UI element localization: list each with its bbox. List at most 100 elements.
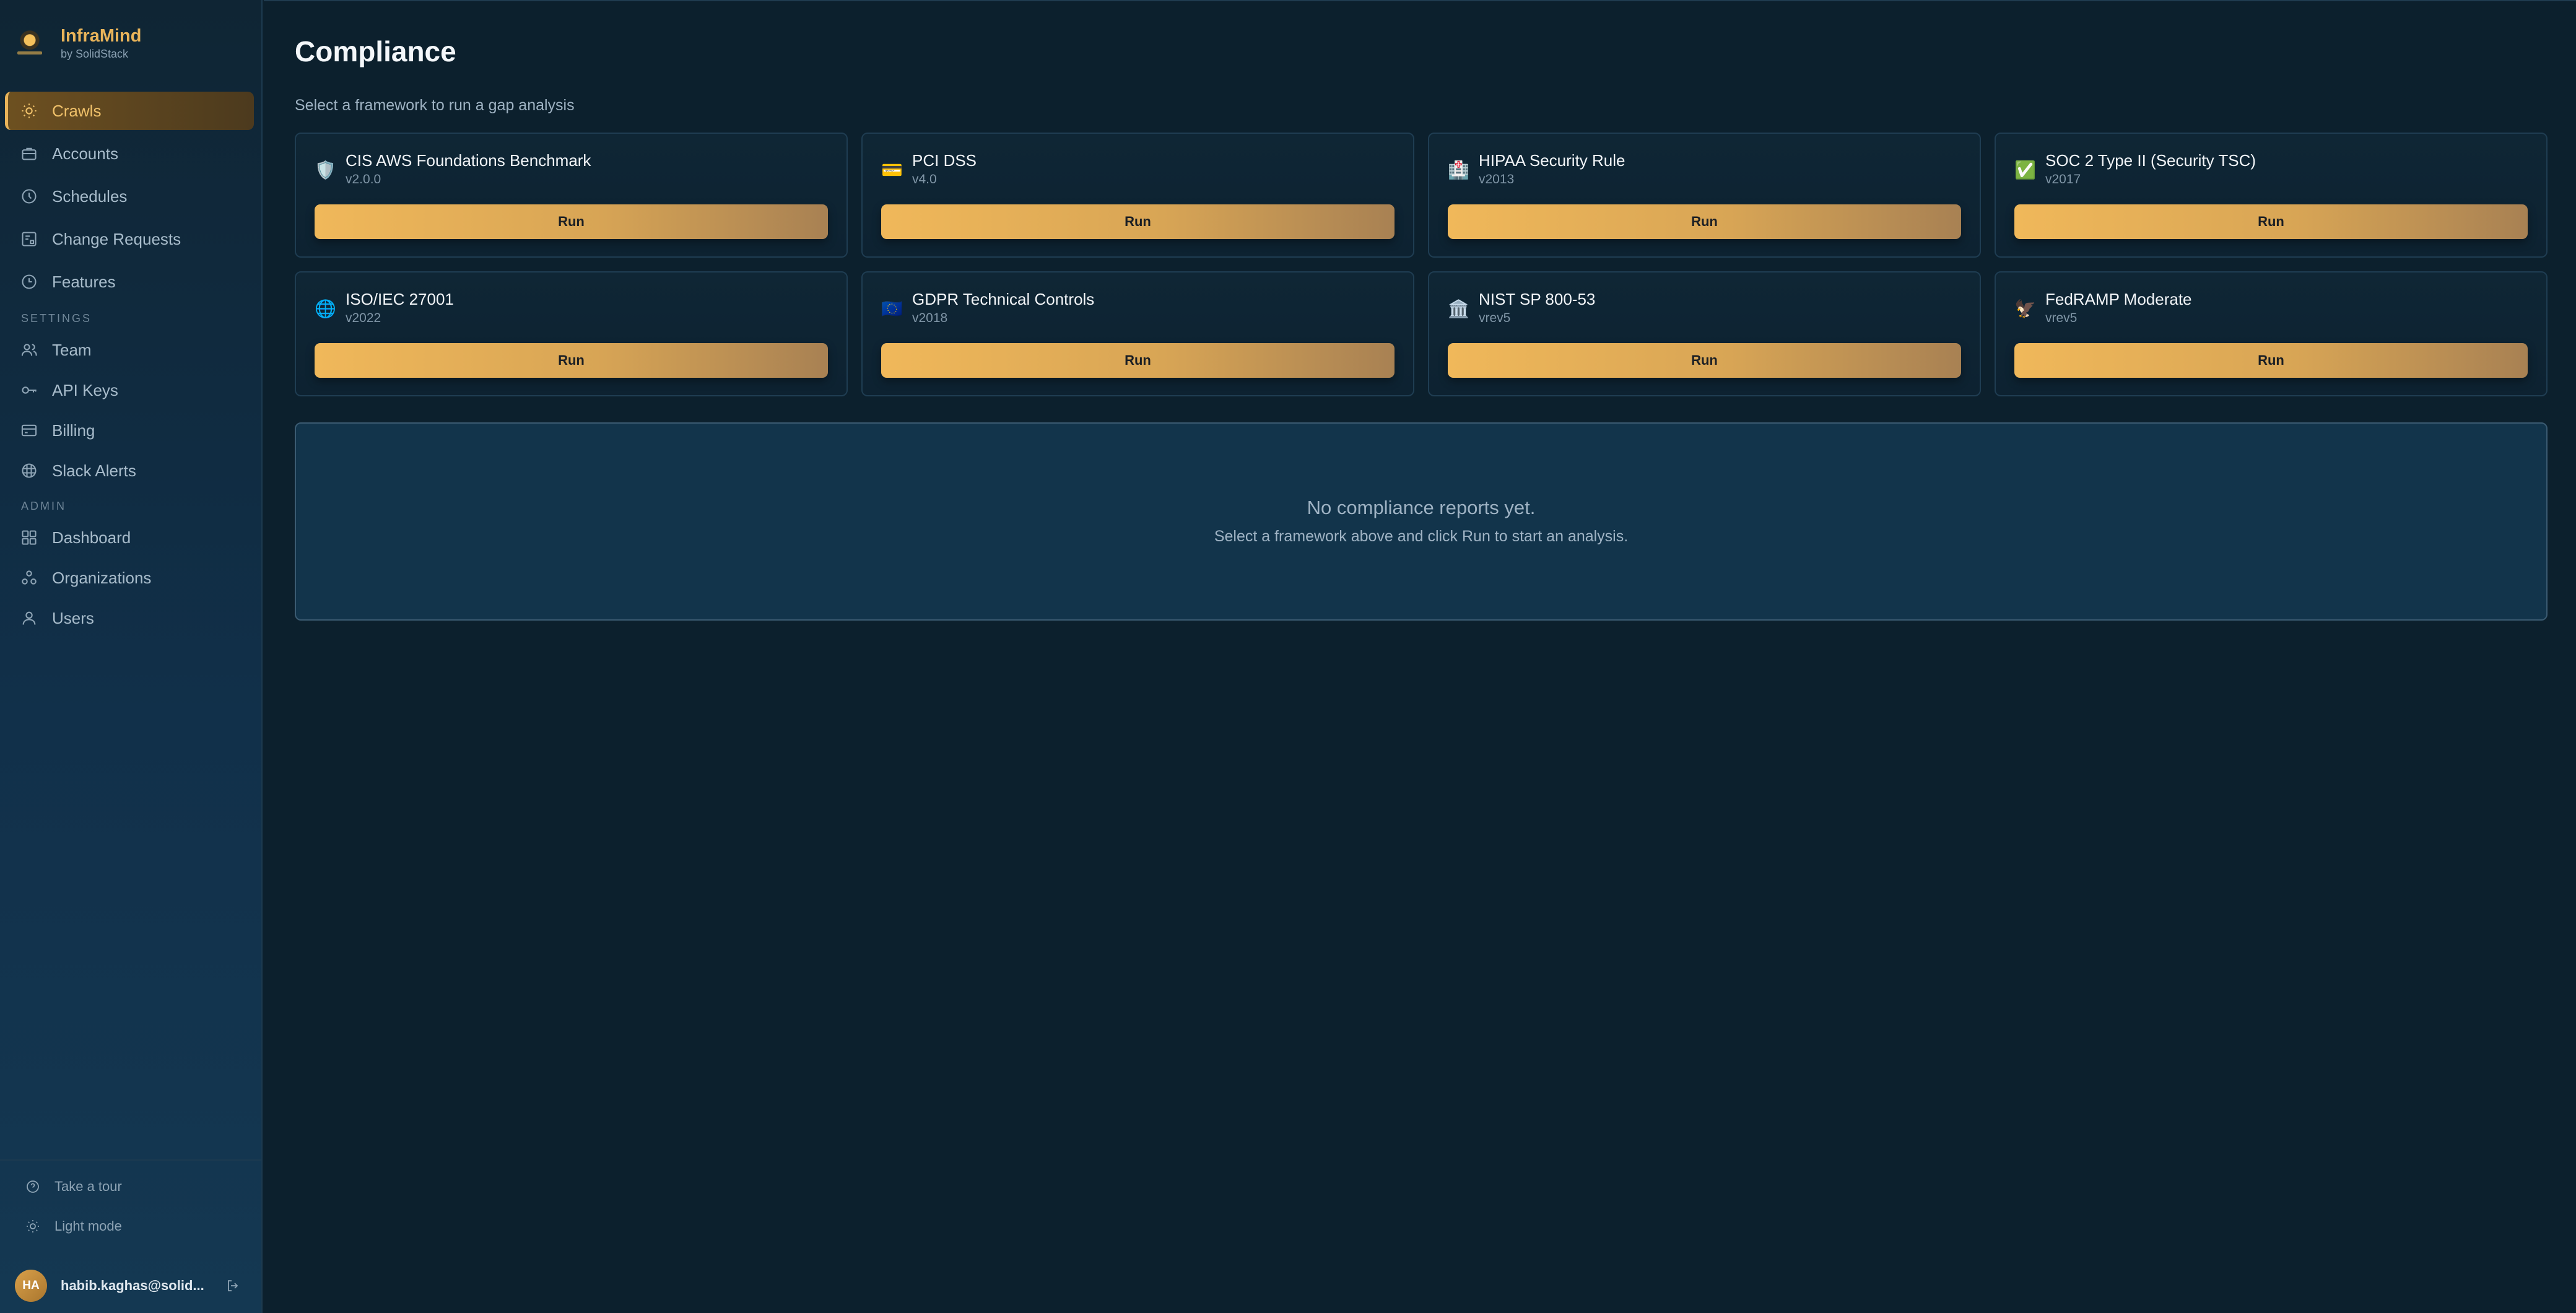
globe-icon: 🌐 (315, 299, 336, 318)
eagle-icon: 🦅 (2014, 299, 2036, 318)
clock-icon (20, 187, 38, 206)
org-icon (20, 569, 38, 587)
sidebar-item-crawls[interactable]: Crawls (5, 92, 254, 130)
main-content: Compliance Select a framework to run a g… (264, 0, 2576, 1313)
sidebar-item-slack-alerts[interactable]: Slack Alerts (5, 453, 254, 489)
briefcase-icon (20, 144, 38, 163)
framework-card-cis-aws: 🛡️ CIS AWS Foundations Benchmark v2.0.0 … (295, 133, 848, 258)
framework-name: PCI DSS (912, 151, 977, 170)
framework-name: HIPAA Security Rule (1479, 151, 1625, 170)
framework-version: v2018 (912, 311, 948, 325)
run-button[interactable]: Run (315, 343, 828, 378)
sidebar-item-label: Crawls (52, 101, 102, 120)
framework-card-pci-dss: 💳 PCI DSS v4.0 Run (861, 133, 1414, 258)
run-button[interactable]: Run (881, 204, 1395, 239)
sidebar-item-label: Billing (52, 421, 95, 440)
light-mode-toggle[interactable]: Light mode (25, 1214, 122, 1239)
sidebar-item-dashboard[interactable]: Dashboard (5, 520, 254, 556)
sidebar: InfraMind by SolidStack Crawls Accounts … (0, 0, 263, 1313)
framework-version: vrev5 (1479, 311, 1511, 325)
sidebar-item-label: Schedules (52, 186, 128, 206)
framework-name: SOC 2 Type II (Security TSC) (2045, 151, 2256, 170)
sidebar-item-label: Slack Alerts (52, 461, 136, 480)
brand[interactable]: InfraMind by SolidStack (14, 19, 142, 68)
bank-icon: 🏛️ (1448, 299, 1469, 318)
user-email: habib.kaghas@solid... (61, 1278, 204, 1293)
sun-icon (20, 102, 38, 120)
sidebar-item-team[interactable]: Team (5, 332, 254, 368)
framework-card-soc2: ✅ SOC 2 Type II (Security TSC) v2017 Run (1995, 133, 2548, 258)
shield-icon: 🛡️ (315, 160, 336, 180)
light-mode-label: Light mode (54, 1218, 122, 1234)
framework-name: NIST SP 800-53 (1479, 290, 1596, 308)
eu-flag-icon: 🇪🇺 (881, 299, 903, 318)
run-button[interactable]: Run (1448, 343, 1961, 378)
run-button[interactable]: Run (315, 204, 828, 239)
framework-version: v4.0 (912, 172, 937, 186)
git-pr-icon (20, 230, 38, 248)
sidebar-item-label: API Keys (52, 380, 118, 399)
framework-grid: 🛡️ CIS AWS Foundations Benchmark v2.0.0 … (295, 133, 2548, 396)
sidebar-item-organizations[interactable]: Organizations (5, 560, 254, 596)
framework-name: CIS AWS Foundations Benchmark (346, 151, 591, 170)
history-icon (20, 273, 38, 291)
admin-section-label: ADMIN (21, 499, 66, 512)
framework-card-hipaa: 🏥 HIPAA Security Rule v2013 Run (1428, 133, 1981, 258)
empty-state-panel: No compliance reports yet. Select a fram… (295, 422, 2548, 621)
framework-version: v2022 (346, 311, 381, 325)
credit-card-icon (20, 421, 38, 440)
brand-name: InfraMind (61, 26, 142, 46)
framework-name: ISO/IEC 27001 (346, 290, 454, 308)
sidebar-item-features[interactable]: Features (5, 263, 254, 301)
hospital-icon: 🏥 (1448, 160, 1469, 180)
users-icon (20, 341, 38, 359)
run-button[interactable]: Run (1448, 204, 1961, 239)
framework-version: v2017 (2045, 172, 2081, 186)
sidebar-item-label: Team (52, 340, 92, 359)
take-tour-link[interactable]: Take a tour (25, 1174, 122, 1199)
logout-icon[interactable] (224, 1277, 242, 1294)
sidebar-item-schedules[interactable]: Schedules (5, 177, 254, 216)
framework-version: v2.0.0 (346, 172, 381, 186)
sidebar-item-label: Change Requests (52, 229, 181, 248)
framework-version: vrev5 (2045, 311, 2078, 325)
framework-card-nist: 🏛️ NIST SP 800-53 vrev5 Run (1428, 271, 1981, 396)
empty-state-title: No compliance reports yet. (1307, 497, 1536, 518)
run-button[interactable]: Run (2014, 343, 2528, 378)
sidebar-item-change-requests[interactable]: Change Requests (5, 220, 254, 258)
sidebar-item-label: Dashboard (52, 528, 131, 547)
logo-icon (14, 27, 46, 59)
take-tour-label: Take a tour (54, 1179, 122, 1194)
brand-subtitle: by SolidStack (61, 48, 129, 60)
user-profile[interactable]: HA habib.kaghas@solid... (15, 1267, 248, 1304)
framework-name: GDPR Technical Controls (912, 290, 1095, 308)
user-icon (20, 609, 38, 627)
slack-icon (20, 461, 38, 480)
sidebar-item-label: Organizations (52, 568, 152, 587)
sidebar-item-label: Accounts (52, 144, 118, 163)
check-mark-icon: ✅ (2014, 160, 2036, 180)
sun-icon (25, 1218, 41, 1234)
page-title: Compliance (295, 35, 456, 68)
page-subtitle: Select a framework to run a gap analysis (295, 97, 575, 114)
framework-card-gdpr: 🇪🇺 GDPR Technical Controls v2018 Run (861, 271, 1414, 396)
framework-version: v2013 (1479, 172, 1515, 186)
run-button[interactable]: Run (881, 343, 1395, 378)
sidebar-item-label: Features (52, 272, 116, 291)
sidebar-footer: Take a tour Light mode HA habib.kaghas@s… (0, 1159, 263, 1313)
empty-state-message: Select a framework above and click Run t… (1214, 528, 1629, 545)
sidebar-item-users[interactable]: Users (5, 600, 254, 636)
sidebar-item-label: Users (52, 608, 94, 627)
framework-card-fedramp: 🦅 FedRAMP Moderate vrev5 Run (1995, 271, 2548, 396)
sidebar-item-billing[interactable]: Billing (5, 412, 254, 448)
credit-card-icon: 💳 (881, 160, 903, 180)
help-circle-icon (25, 1179, 41, 1195)
run-button[interactable]: Run (2014, 204, 2528, 239)
framework-card-iso27001: 🌐 ISO/IEC 27001 v2022 Run (295, 271, 848, 396)
sidebar-nav: Crawls Accounts Schedules Change Request… (5, 92, 254, 640)
framework-name: FedRAMP Moderate (2045, 290, 2192, 308)
avatar: HA (15, 1270, 47, 1302)
sidebar-item-accounts[interactable]: Accounts (5, 134, 254, 173)
settings-section-label: SETTINGS (21, 312, 92, 325)
sidebar-item-api-keys[interactable]: API Keys (5, 372, 254, 408)
